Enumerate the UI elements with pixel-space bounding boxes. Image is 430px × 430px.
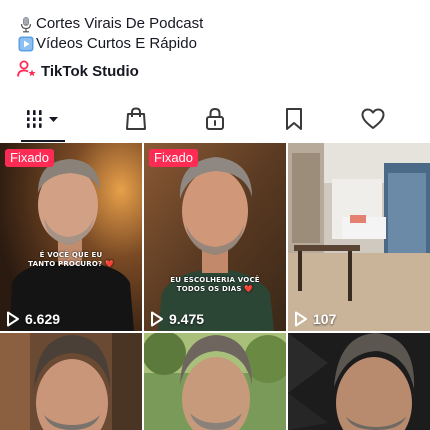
microphone-icon <box>17 16 34 33</box>
person-star-icon <box>17 60 37 83</box>
play-icon <box>151 311 163 327</box>
tab-videos[interactable] <box>0 100 86 142</box>
video-tile-3[interactable]: 107 <box>288 143 430 331</box>
video-tile-4[interactable] <box>0 333 142 430</box>
tab-liked[interactable] <box>330 100 416 142</box>
pinned-badge: Fixado <box>5 149 55 167</box>
view-count-value: 9.475 <box>169 311 205 327</box>
heart-icon <box>361 108 385 135</box>
grid-icon <box>25 108 61 135</box>
video-tile-5[interactable] <box>144 333 286 430</box>
video-thumbnail-1 <box>0 143 142 331</box>
tab-favorites[interactable] <box>251 100 337 142</box>
shopping-bag-icon <box>125 106 147 136</box>
view-count: 107 <box>294 311 336 327</box>
tiktok-studio-label: TikTok Studio <box>41 63 139 80</box>
video-caption: É VOCÊ QUE EU TANTO PROCURO? ❤️ <box>28 251 114 268</box>
view-count: 6.629 <box>6 311 60 327</box>
play-icon <box>7 311 19 327</box>
view-count-value: 6.629 <box>25 311 61 327</box>
active-tab-indicator <box>21 140 65 142</box>
video-tile-6[interactable] <box>288 333 430 430</box>
profile-bio: Cortes Virais De Podcast Vídeos Curtos E… <box>17 14 203 54</box>
video-tile-1[interactable]: Fixado É VOCÊ QUE EU TANTO PROCURO? ❤️ 6… <box>0 143 142 331</box>
tab-private[interactable] <box>172 100 258 142</box>
bookmark-icon <box>285 107 303 136</box>
bio-text-videos: Vídeos Curtos E Rápido <box>36 35 197 52</box>
video-thumbnail-3 <box>288 143 430 331</box>
tiktok-studio-link[interactable]: TikTok Studio <box>17 60 139 83</box>
bio-text-podcast: Cortes Virais De Podcast <box>36 15 204 32</box>
lock-icon <box>205 107 225 136</box>
video-caption: EU ESCOLHERIA VOCÊ TODOS OS DIAS ❤️ <box>170 276 260 293</box>
bio-line-podcast: Cortes Virais De Podcast <box>17 14 203 34</box>
view-count: 9.475 <box>150 311 204 327</box>
tab-shop[interactable] <box>93 100 179 142</box>
bio-line-videos: Vídeos Curtos E Rápido <box>17 34 203 54</box>
play-icon <box>295 311 307 327</box>
video-play-icon <box>17 36 34 53</box>
pinned-badge: Fixado <box>149 149 199 167</box>
view-count-value: 107 <box>313 311 337 327</box>
profile-tabs <box>0 100 430 142</box>
video-thumbnail-5 <box>144 333 286 430</box>
video-tile-2[interactable]: Fixado EU ESCOLHERIA VOCÊ TODOS OS DIAS … <box>144 143 286 331</box>
video-thumbnail-6 <box>288 333 430 430</box>
video-grid: Fixado É VOCÊ QUE EU TANTO PROCURO? ❤️ 6… <box>0 143 430 430</box>
video-thumbnail-2 <box>144 143 286 331</box>
video-thumbnail-4 <box>0 333 142 430</box>
